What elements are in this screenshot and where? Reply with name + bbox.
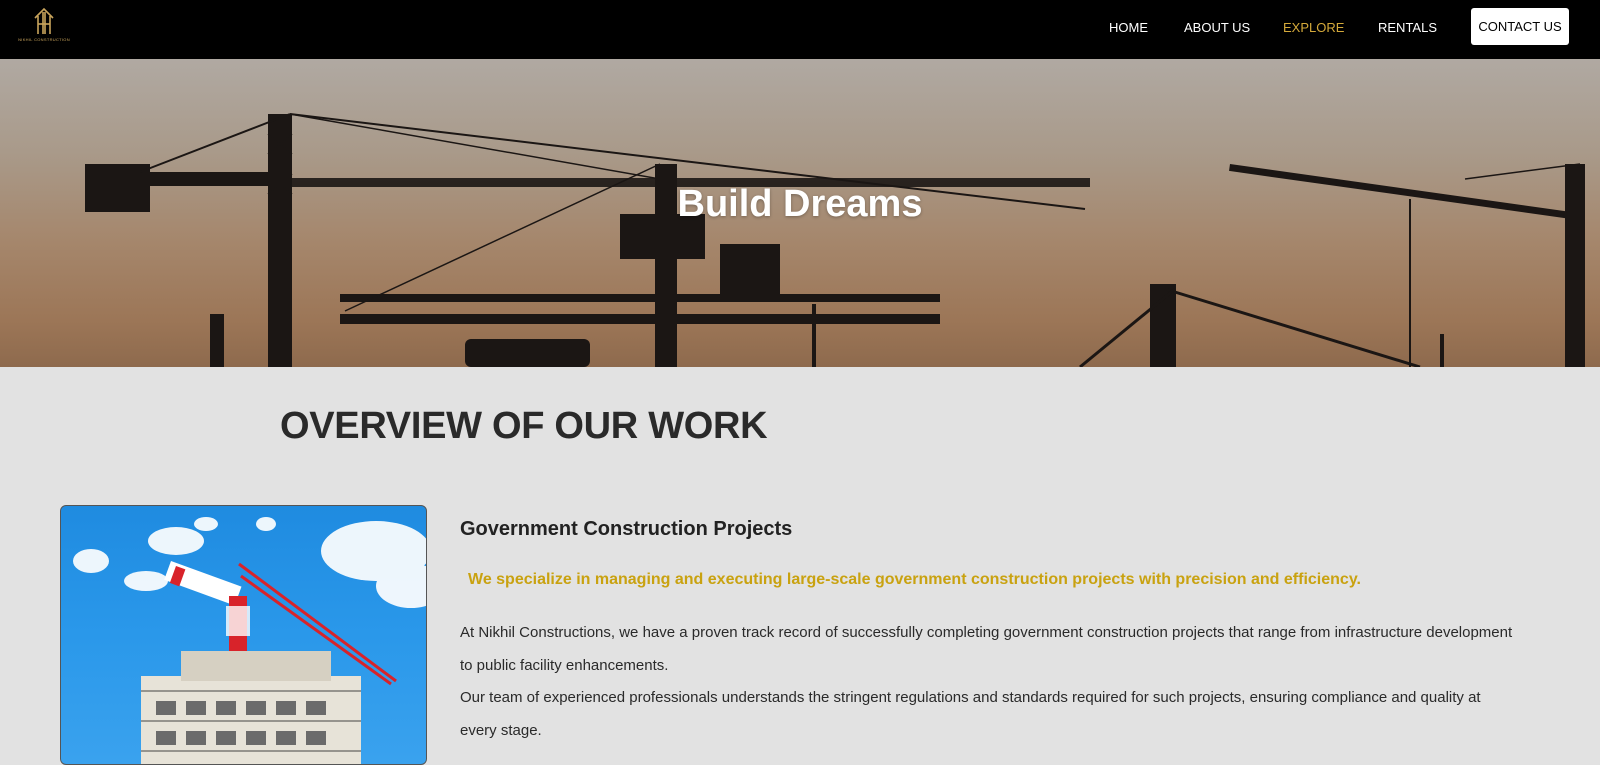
hero-banner: Build Dreams bbox=[0, 59, 1600, 367]
nav-home-link[interactable]: HOME bbox=[1109, 20, 1148, 35]
contact-us-button[interactable]: CONTACT US bbox=[1471, 8, 1569, 45]
project-photo bbox=[60, 505, 427, 765]
logo-wordmark: NIKHIL CONSTRUCTION bbox=[18, 37, 70, 42]
section-title: OVERVIEW OF OUR WORK bbox=[280, 405, 768, 447]
nav-rentals-link[interactable]: RENTALS bbox=[1378, 20, 1437, 35]
project-paragraph-1: At Nikhil Constructions, we have a prove… bbox=[460, 624, 1513, 674]
project-paragraph-2: Our team of experienced professionals un… bbox=[460, 689, 1481, 739]
top-navbar: NIKHIL CONSTRUCTION HOME ABOUT US EXPLOR… bbox=[0, 0, 1600, 59]
hero-title: Build Dreams bbox=[677, 183, 923, 225]
project-tagline: We specialize in managing and executing … bbox=[468, 571, 1361, 588]
nav-explore-link[interactable]: EXPLORE bbox=[1283, 20, 1344, 35]
nav-about-link[interactable]: ABOUT US bbox=[1184, 20, 1250, 35]
project-heading: Government Construction Projects bbox=[460, 518, 793, 540]
